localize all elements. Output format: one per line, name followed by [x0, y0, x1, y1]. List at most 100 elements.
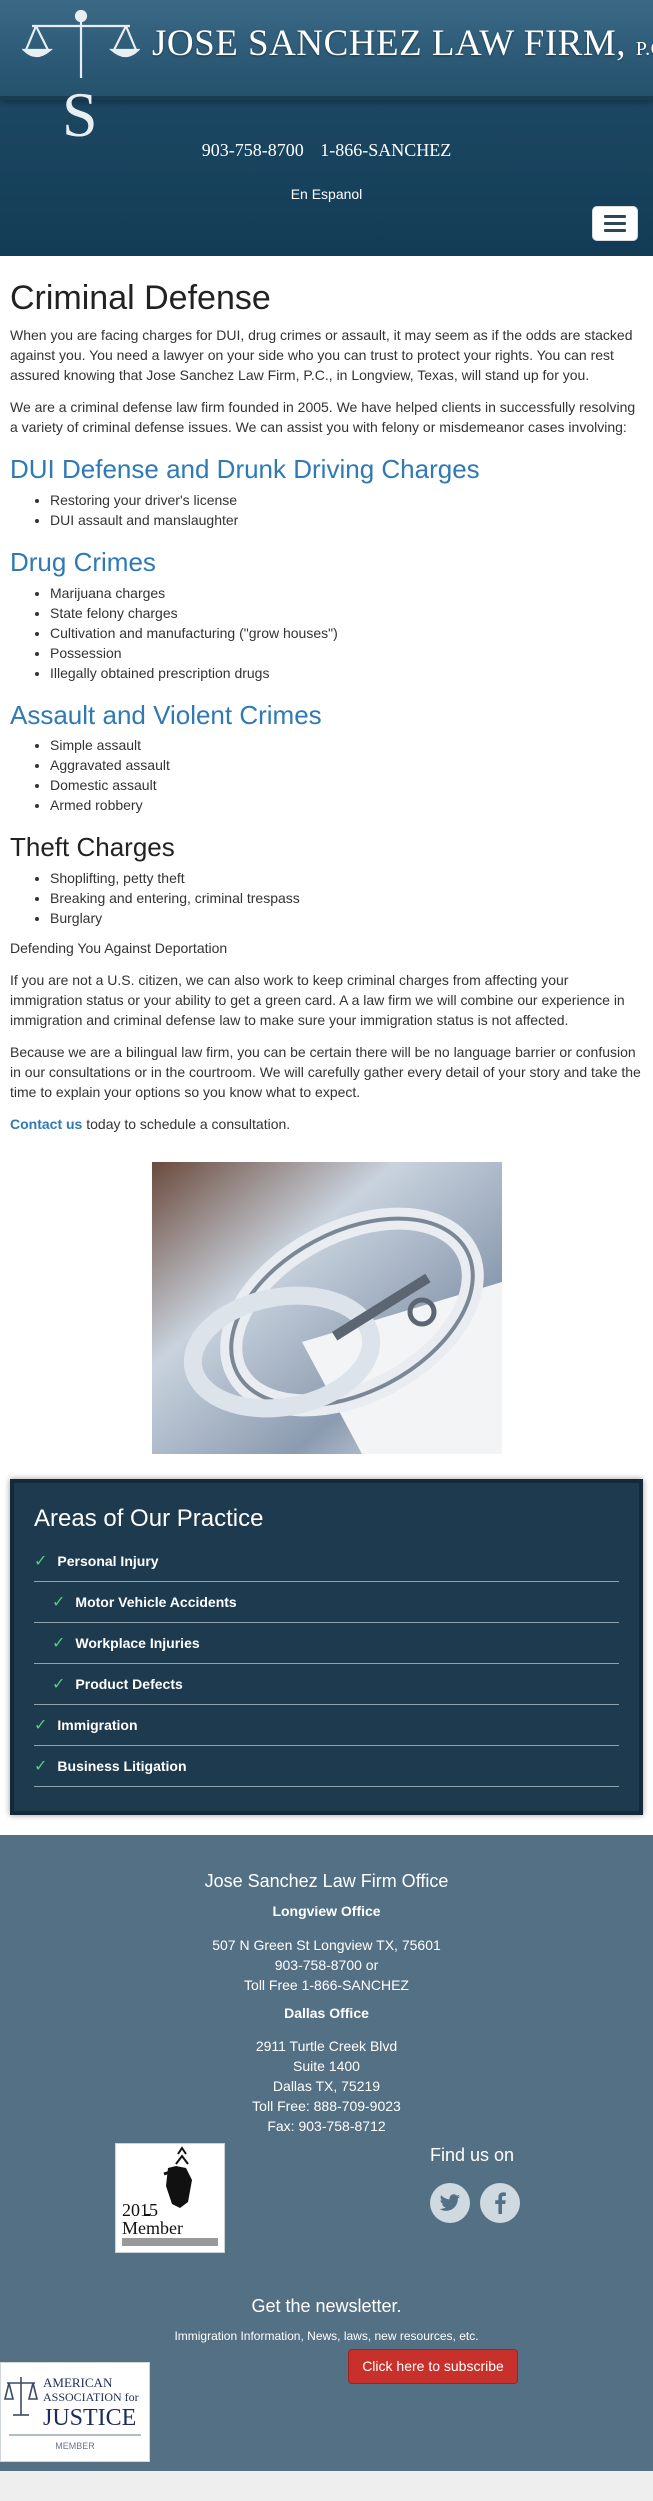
theft-list: Shoplifting, petty theft Breaking and en… [10, 868, 643, 928]
badge-label: Member [122, 2218, 183, 2238]
section-heading-theft: Theft Charges [10, 832, 175, 863]
list-item: Simple assault [50, 735, 643, 755]
contact-us-link[interactable]: Contact us [10, 1116, 82, 1132]
scales-of-justice-logo[interactable]: S [22, 8, 140, 140]
list-item: Possession [50, 643, 643, 663]
practice-item-label: Product Defects [75, 1675, 183, 1692]
practice-item-label: Business Litigation [57, 1757, 187, 1774]
handcuffs-photo [151, 1161, 502, 1454]
dallas-office-label: Dallas Office [284, 2004, 369, 2021]
phone-local-link[interactable]: 903-758-8700 [202, 140, 304, 160]
menu-bar-icon [604, 215, 626, 218]
practice-item-immigration[interactable]: ✓ Immigration [34, 1705, 619, 1746]
checkmark-icon: ✓ [34, 1757, 48, 1775]
dallas-street: 2911 Turtle Creek Blvd [255, 2037, 398, 2054]
svg-text:S: S [62, 79, 98, 140]
list-item: Armed robbery [50, 795, 643, 815]
list-item: Domestic assault [50, 775, 643, 795]
dallas-suite: Suite 1400 [293, 2057, 360, 2074]
aaj-member-badge[interactable]: AMERICAN ASSOCIATION for JUSTICE MEMBER [0, 2361, 150, 2462]
intro-paragraph-1: When you are facing charges for DUI, dru… [10, 327, 633, 384]
handcuffs-illustration [151, 1161, 502, 1454]
checkmark-icon: ✓ [34, 1552, 48, 1570]
main-content: Criminal Defense When you are facing cha… [0, 256, 653, 1459]
find-us-label: Find us on [430, 2144, 515, 2165]
subscribe-button[interactable]: Click here to subscribe [348, 2348, 518, 2384]
aaj-line1: AMERICAN [43, 2375, 113, 2390]
badge-year: 2015 [122, 2200, 158, 2220]
twitter-icon [439, 2194, 460, 2211]
checkmark-icon: ✓ [52, 1593, 66, 1611]
firm-suffix: P.C. [635, 38, 653, 60]
practice-item-motor-vehicle[interactable]: ✓ Motor Vehicle Accidents [34, 1582, 619, 1623]
longview-address: 507 N Green St Longview TX, 75601 [212, 1936, 441, 1953]
firm-name-text: JOSE SANCHEZ LAW FIRM, [152, 23, 627, 64]
dallas-fax: Fax: 903-758-8712 [267, 2117, 386, 2134]
statue-of-liberty-icon: 2015 Member [122, 2145, 218, 2246]
longview-toll-free[interactable]: Toll Free 1-866-SANCHEZ [0, 1977, 653, 1993]
menu-bar-icon [604, 229, 626, 232]
list-item: Breaking and entering, criminal trespass [50, 888, 643, 908]
assault-list: Simple assault Aggravated assault Domest… [10, 735, 643, 815]
aaj-scales-icon: AMERICAN ASSOCIATION for JUSTICE MEMBER [3, 2375, 141, 2451]
practice-item-label: Motor Vehicle Accidents [75, 1593, 237, 1610]
page-title: Criminal Defense [10, 279, 271, 317]
list-item: Shoplifting, petty theft [50, 868, 643, 888]
facebook-button[interactable] [480, 2182, 520, 2223]
menu-bar-icon [604, 222, 626, 225]
checkmark-icon: ✓ [52, 1675, 66, 1693]
contact-text: today to schedule a consultation. [82, 1115, 291, 1132]
list-item: Burglary [50, 908, 643, 928]
twitter-button[interactable] [430, 2182, 470, 2223]
longview-phone[interactable]: 903-758-8700 or [0, 1957, 653, 1973]
practice-item-workplace[interactable]: ✓ Workplace Injuries [34, 1623, 619, 1664]
newsletter-subtitle: Immigration Information, News, laws, new… [174, 2328, 479, 2343]
list-item: Illegally obtained prescription drugs [50, 663, 643, 683]
list-item: Aggravated assault [50, 755, 643, 775]
list-item: DUI assault and manslaughter [50, 510, 643, 530]
aaj-line4: MEMBER [55, 2441, 95, 2451]
membership-2015-badge: 2015 Member [115, 2142, 225, 2253]
dallas-toll-free[interactable]: Toll Free: 888-709-9023 [0, 2098, 653, 2114]
deportation-heading: Defending You Against Deportation [10, 939, 228, 956]
firm-name[interactable]: JOSE SANCHEZ LAW FIRM, P.C. [152, 22, 653, 65]
practice-areas-box: Areas of Our Practice ✓ Personal Injury … [10, 1478, 643, 1815]
practice-item-business-litigation[interactable]: ✓ Business Litigation [34, 1746, 619, 1787]
practice-item-product-defects[interactable]: ✓ Product Defects [34, 1664, 619, 1705]
deportation-paragraph-2: Because we are a bilingual law firm, you… [10, 1043, 641, 1100]
site-header: S JOSE SANCHEZ LAW FIRM, P.C. 903-758-87… [0, 0, 653, 256]
list-item: Restoring your driver's license [50, 490, 643, 510]
checkmark-icon: ✓ [52, 1634, 66, 1652]
drug-crimes-list: Marijuana charges State felony charges C… [10, 583, 643, 683]
practice-item-personal-injury[interactable]: ✓ Personal Injury [34, 1541, 619, 1582]
practice-areas-title: Areas of Our Practice [34, 1504, 264, 1532]
dallas-city: Dallas TX, 75219 [272, 2077, 381, 2094]
practice-item-label: Personal Injury [57, 1552, 159, 1569]
practice-item-label: Workplace Injuries [75, 1634, 200, 1651]
site-footer: Jose Sanchez Law Firm Office Longview Of… [0, 1834, 653, 2471]
page-bottom-strip [0, 2470, 653, 2501]
intro-paragraph-2: We are a criminal defense law firm found… [10, 399, 636, 436]
practice-item-label: Immigration [57, 1716, 138, 1733]
list-item: Cultivation and manufacturing ("grow hou… [50, 623, 643, 643]
hamburger-menu-button[interactable] [592, 206, 638, 241]
section-heading-drug-crimes: Drug Crimes [10, 546, 156, 577]
list-item: Marijuana charges [50, 583, 643, 603]
list-item: State felony charges [50, 603, 643, 623]
footer-title: Jose Sanchez Law Firm Office [204, 1870, 449, 1891]
contact-paragraph: Contact us today to schedule a consultat… [10, 1114, 643, 1134]
longview-office-label: Longview Office [272, 1902, 381, 1919]
spanish-language-link[interactable]: En Espanol [0, 186, 653, 202]
header-phones: 903-758-8700 1-866-SANCHEZ [0, 140, 653, 161]
newsletter-title: Get the newsletter. [251, 2295, 402, 2316]
section-heading-dui: DUI Defense and Drunk Driving Charges [10, 454, 480, 485]
section-heading-assault: Assault and Violent Crimes [10, 699, 322, 730]
phone-toll-link[interactable]: 1-866-SANCHEZ [320, 140, 451, 160]
deportation-paragraph-1: If you are not a U.S. citizen, we can al… [10, 971, 625, 1028]
photo-container [10, 1161, 643, 1459]
dui-list: Restoring your driver's license DUI assa… [10, 490, 643, 530]
checkmark-icon: ✓ [34, 1716, 48, 1734]
aaj-line2: ASSOCIATION for [43, 2390, 139, 2404]
facebook-icon [495, 2192, 506, 2214]
aaj-line3: JUSTICE [43, 2405, 136, 2431]
